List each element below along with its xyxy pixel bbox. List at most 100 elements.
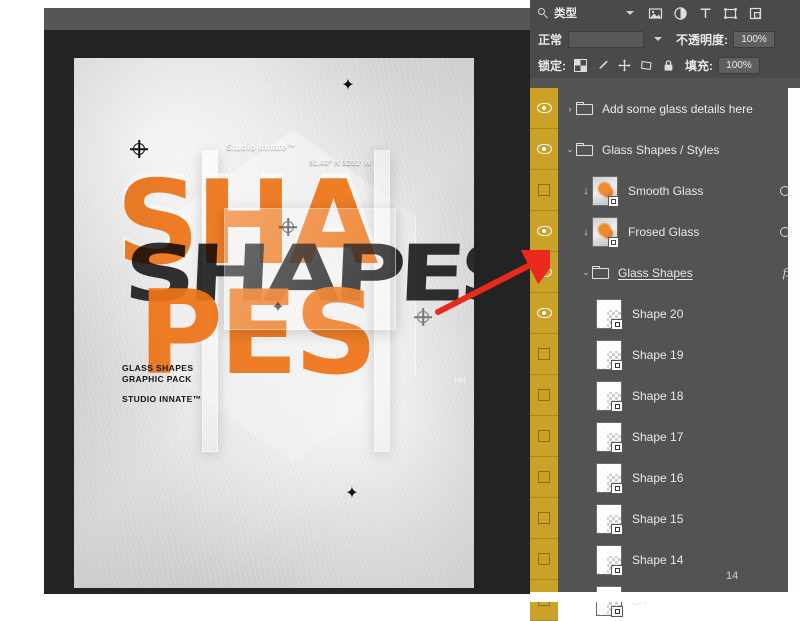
eye-off-icon	[538, 471, 550, 483]
layer-name[interactable]: Glass Shapes	[618, 266, 783, 280]
layer-row-body[interactable]: ⌄ Glass Shapes / Styles	[558, 129, 800, 170]
layer-name[interactable]: Add some glass details here	[602, 102, 800, 116]
layer-row-body[interactable]: ⌄Glass Shapes fx	[558, 252, 800, 293]
eye-off-icon	[538, 553, 550, 565]
layer-row[interactable]: ⌄ Glass Shapes / Styles	[530, 129, 800, 170]
blend-mode-dropdown[interactable]	[568, 31, 644, 48]
layer-row-body[interactable]: Shape 19	[558, 334, 800, 375]
layer-row[interactable]: Shape 18	[530, 375, 800, 416]
filter-kind-selector[interactable]: 类型	[538, 5, 616, 21]
layer-name[interactable]: Shape 18	[632, 389, 800, 403]
layer-row-body[interactable]: Shape 16	[558, 457, 800, 498]
layer-row-body[interactable]: Shape 14	[558, 539, 800, 580]
type-filter-icon[interactable]	[698, 6, 713, 21]
group-disclosure-icon[interactable]: ⌄	[580, 267, 592, 278]
layer-visibility-toggle[interactable]	[530, 457, 558, 498]
lock-image-icon[interactable]	[596, 59, 609, 72]
canvas-area[interactable]: SHA SHA SHAPES PES Studio Innate™ 51.40°…	[44, 30, 540, 602]
eye-off-icon	[538, 430, 550, 442]
layer-row-body[interactable]: Shape 18	[558, 375, 800, 416]
layer-visibility-toggle[interactable]	[530, 416, 558, 457]
layer-visibility-toggle[interactable]	[530, 211, 558, 252]
group-disclosure-icon[interactable]: ⌄	[564, 144, 576, 155]
layer-thumbnail[interactable]	[596, 340, 622, 370]
vector-mask-badge-icon	[611, 565, 623, 576]
layer-name[interactable]: Smooth Glass	[628, 184, 780, 198]
layer-row-body[interactable]: Shape 20	[558, 293, 800, 334]
layer-row[interactable]: › Add some glass details here	[530, 88, 800, 129]
page-margin-bottom	[0, 594, 530, 602]
layer-visibility-toggle[interactable]	[530, 498, 558, 539]
image-filter-icon[interactable]	[648, 6, 663, 21]
chevron-down-icon[interactable]	[626, 11, 634, 15]
layer-name[interactable]: Shape 17	[632, 430, 800, 444]
layer-row-body[interactable]: ↓ Frosed Glass	[558, 211, 800, 252]
layer-thumbnail[interactable]	[596, 381, 622, 411]
group-disclosure-icon[interactable]: ›	[564, 104, 576, 114]
layer-row-body[interactable]: ↓Smooth Glass	[558, 170, 800, 211]
layer-row[interactable]: Shape 19	[530, 334, 800, 375]
vector-mask-badge-icon	[611, 360, 623, 371]
layer-visibility-toggle[interactable]	[530, 375, 558, 416]
lock-transparency-icon[interactable]	[574, 59, 587, 72]
blend-mode-value[interactable]: 正常	[538, 31, 562, 48]
layer-name[interactable]: Shape 19	[632, 348, 800, 362]
clipping-mask-icon: ↓	[580, 226, 592, 238]
layer-row-body[interactable]: Shape 15	[558, 498, 800, 539]
lock-row[interactable]: 锁定:	[530, 52, 800, 78]
lock-icons-group[interactable]	[574, 59, 675, 72]
folder-icon	[576, 102, 593, 115]
layer-row[interactable]: ↓Smooth Glass	[530, 170, 800, 211]
vector-mask-badge-icon	[611, 442, 623, 453]
layer-thumbnail[interactable]	[596, 545, 622, 575]
folder-icon	[576, 143, 593, 156]
lock-position-icon[interactable]	[618, 59, 631, 72]
blend-mode-row[interactable]: 正常 不透明度: 100%	[530, 26, 800, 52]
adjustment-filter-icon[interactable]	[673, 6, 688, 21]
fill-input[interactable]: 100%	[718, 57, 760, 74]
layer-list[interactable]: › Add some glass details here ⌄ Glass Shape…	[530, 88, 800, 602]
lock-artboard-icon[interactable]	[640, 59, 653, 72]
layer-row[interactable]: ↓ Frosed Glass	[530, 211, 800, 252]
layer-name[interactable]: Shape 14	[632, 553, 800, 567]
layer-name[interactable]: Shape 16	[632, 471, 800, 485]
layer-visibility-toggle[interactable]	[530, 539, 558, 580]
layer-visibility-toggle[interactable]	[530, 252, 558, 293]
layer-visibility-toggle[interactable]	[530, 334, 558, 375]
document-titlebar	[44, 8, 540, 30]
chevron-down-icon[interactable]	[654, 37, 662, 41]
layer-row-body[interactable]: Shape 17	[558, 416, 800, 457]
layer-visibility-toggle[interactable]	[530, 293, 558, 334]
lock-all-icon[interactable]	[662, 59, 675, 72]
eye-icon	[537, 103, 552, 113]
layer-thumbnail[interactable]	[596, 299, 622, 329]
layer-row[interactable]: Shape 17	[530, 416, 800, 457]
layer-row-body[interactable]: › Add some glass details here	[558, 88, 800, 129]
layer-name[interactable]: Glass Shapes / Styles	[602, 143, 800, 157]
layer-visibility-toggle[interactable]	[530, 129, 558, 170]
eye-off-icon	[538, 184, 550, 196]
layer-row[interactable]: ⌄Glass Shapes fx	[530, 252, 800, 293]
layer-name[interactable]: Shape 20	[632, 307, 800, 321]
layer-row[interactable]: Shape 20	[530, 293, 800, 334]
layer-filter-row[interactable]: 类型	[530, 0, 800, 26]
layers-panel[interactable]: 类型	[530, 0, 800, 602]
filter-type-icons[interactable]	[648, 6, 763, 21]
artboard[interactable]: SHA SHA SHAPES PES Studio Innate™ 51.40°…	[74, 58, 474, 588]
layer-visibility-toggle[interactable]	[530, 88, 558, 129]
layer-thumbnail[interactable]	[596, 422, 622, 452]
panel-right-gutter	[788, 88, 800, 602]
layer-row[interactable]: Shape 14	[530, 539, 800, 580]
layer-row[interactable]: Shape 15	[530, 498, 800, 539]
opacity-input[interactable]: 100%	[733, 31, 775, 48]
layer-row[interactable]: Shape 16	[530, 457, 800, 498]
layer-thumbnail[interactable]	[592, 217, 618, 247]
layer-name[interactable]: Shape 15	[632, 512, 800, 526]
layer-thumbnail[interactable]	[596, 504, 622, 534]
shape-filter-icon[interactable]	[723, 6, 738, 21]
layer-visibility-toggle[interactable]	[530, 170, 558, 211]
layer-name[interactable]: Frosed Glass	[628, 225, 780, 239]
layer-thumbnail[interactable]	[596, 463, 622, 493]
smart-object-filter-icon[interactable]	[748, 6, 763, 21]
layer-thumbnail[interactable]	[592, 176, 618, 206]
